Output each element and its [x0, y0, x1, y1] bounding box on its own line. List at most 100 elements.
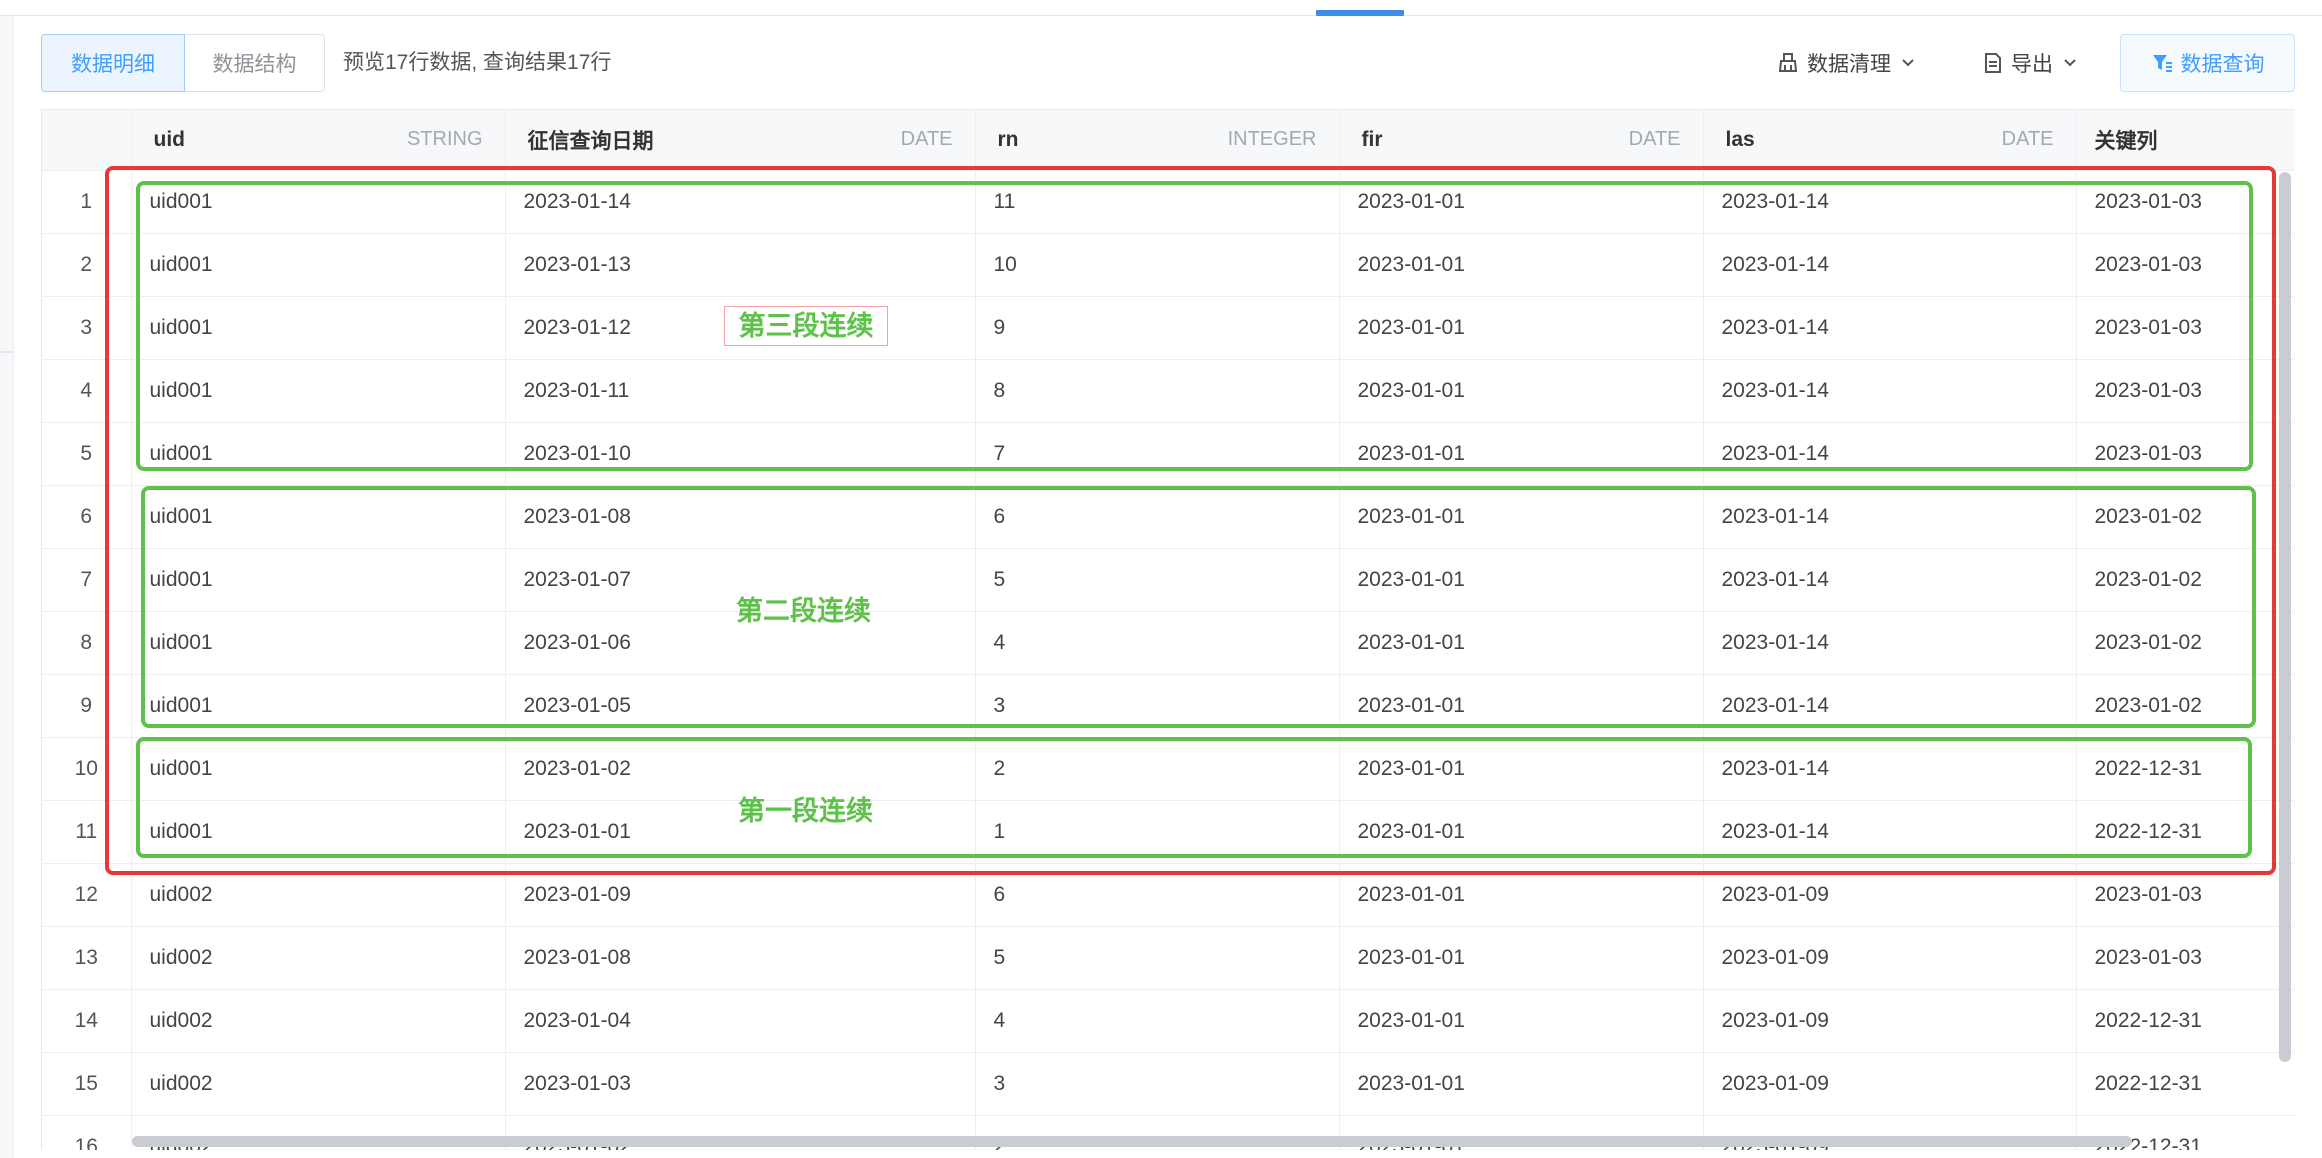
table-cell-key[interactable]: 2022-12-31	[2076, 989, 2295, 1053]
table-cell-rn[interactable]: 9	[975, 296, 1340, 360]
table-cell-las[interactable]: 2023-01-14	[1703, 674, 2077, 738]
table-cell-rn[interactable]: 7	[975, 422, 1340, 486]
table-cell-las[interactable]: 2023-01-14	[1703, 548, 2077, 612]
table-cell-key[interactable]: 2023-01-02	[2076, 548, 2295, 612]
table-cell-key[interactable]: 2023-01-02	[2076, 674, 2295, 738]
table-cell-date[interactable]: 2023-01-14	[505, 170, 976, 234]
table-cell-uid[interactable]: uid001	[131, 422, 506, 486]
table-cell-key[interactable]: 2023-01-03	[2076, 926, 2295, 990]
table-cell-uid[interactable]: uid001	[131, 548, 506, 612]
table-cell-rn[interactable]: 5	[975, 548, 1340, 612]
table-cell-fir[interactable]: 2023-01-01	[1339, 233, 1704, 297]
table-cell-rn[interactable]: 5	[975, 926, 1340, 990]
table-cell-las[interactable]: 2023-01-14	[1703, 485, 2077, 549]
table-cell-uid[interactable]: uid001	[131, 674, 506, 738]
table-cell-rn[interactable]: 3	[975, 1052, 1340, 1116]
table-cell-las[interactable]: 2023-01-09	[1703, 989, 2077, 1053]
table-cell-rn[interactable]: 10	[975, 233, 1340, 297]
tab-data-detail[interactable]: 数据明细	[41, 34, 185, 92]
table-cell-rn[interactable]: 11	[975, 170, 1340, 234]
table-cell-rn[interactable]: 8	[975, 359, 1340, 423]
column-header[interactable]: uid STRING	[131, 110, 506, 171]
table-row[interactable]: 13 uid002 2023-01-08 5 2023-01-01 2023-01-09 2…	[42, 926, 2295, 990]
table-row[interactable]: 2 uid001 2023-01-13 10 2023-01-01 2023-01-14 2…	[42, 233, 2295, 297]
table-cell-date[interactable]: 2023-01-05	[505, 674, 976, 738]
table-cell-las[interactable]: 2023-01-14	[1703, 296, 2077, 360]
table-cell-uid[interactable]: uid001	[131, 737, 506, 801]
column-header[interactable]: fir DATE	[1339, 110, 1704, 171]
table-row[interactable]: 9 uid001 2023-01-05 3 2023-01-01 2023-01-14 20…	[42, 674, 2295, 738]
table-cell-key[interactable]: 2023-01-03	[2076, 296, 2295, 360]
table-cell-key[interactable]: 2023-01-02	[2076, 611, 2295, 675]
table-cell-las[interactable]: 2023-01-14	[1703, 233, 2077, 297]
table-cell-date[interactable]: 2023-01-04	[505, 989, 976, 1053]
table-cell-las[interactable]: 2023-01-14	[1703, 170, 2077, 234]
table-cell-fir[interactable]: 2023-01-01	[1339, 800, 1704, 864]
table-cell-date[interactable]: 2023-01-10	[505, 422, 976, 486]
table-cell-key[interactable]: 2023-01-03	[2076, 863, 2295, 927]
table-cell-fir[interactable]: 2023-01-01	[1339, 611, 1704, 675]
table-cell-uid[interactable]: uid002	[131, 926, 506, 990]
table-cell-key[interactable]: 2022-12-31	[2076, 737, 2295, 801]
table-cell-fir[interactable]: 2023-01-01	[1339, 359, 1704, 423]
tab-data-structure[interactable]: 数据结构	[184, 34, 325, 92]
table-cell-rn[interactable]: 1	[975, 800, 1340, 864]
table-cell-date[interactable]: 2023-01-09	[505, 863, 976, 927]
table-cell-uid[interactable]: uid001	[131, 296, 506, 360]
table-cell-las[interactable]: 2023-01-09	[1703, 926, 2077, 990]
table-cell-rn[interactable]: 4	[975, 989, 1340, 1053]
table-cell-las[interactable]: 2023-01-14	[1703, 611, 2077, 675]
table-cell-key[interactable]: 2022-12-31	[2076, 1052, 2295, 1116]
table-cell-date[interactable]: 2023-01-13	[505, 233, 976, 297]
table-cell-las[interactable]: 2023-01-14	[1703, 422, 2077, 486]
data-query-button[interactable]: 数据查询	[2120, 34, 2295, 92]
table-cell-key[interactable]: 2023-01-03	[2076, 170, 2295, 234]
table-row[interactable]: 14 uid002 2023-01-04 4 2023-01-01 2023-01-09 2…	[42, 989, 2295, 1053]
table-cell-fir[interactable]: 2023-01-01	[1339, 1052, 1704, 1116]
table-cell-uid[interactable]: uid001	[131, 170, 506, 234]
table-cell-uid[interactable]: uid002	[131, 1052, 506, 1116]
table-row[interactable]: 8 uid001 2023-01-06 4 2023-01-01 2023-01-14 20…	[42, 611, 2295, 675]
column-header[interactable]: las DATE	[1703, 110, 2077, 171]
table-cell-date[interactable]: 2023-01-08	[505, 485, 976, 549]
table-row[interactable]: 5 uid001 2023-01-10 7 2023-01-01 2023-01-14 20…	[42, 422, 2295, 486]
table-cell-date[interactable]: 2023-01-11	[505, 359, 976, 423]
table-row[interactable]: 6 uid001 2023-01-08 6 2023-01-01 2023-01-14 20…	[42, 485, 2295, 549]
table-cell-uid[interactable]: uid001	[131, 800, 506, 864]
table-row[interactable]: 10 uid001 2023-01-02 2 2023-01-01 2023-01-14 2…	[42, 737, 2295, 801]
table-cell-fir[interactable]: 2023-01-01	[1339, 296, 1704, 360]
table-row[interactable]: 4 uid001 2023-01-11 8 2023-01-01 2023-01-14 20…	[42, 359, 2295, 423]
table-cell-fir[interactable]: 2023-01-01	[1339, 548, 1704, 612]
table-cell-las[interactable]: 2023-01-09	[1703, 863, 2077, 927]
table-cell-uid[interactable]: uid001	[131, 233, 506, 297]
table-row[interactable]: 1 uid001 2023-01-14 11 2023-01-01 2023-01-14 2…	[42, 170, 2295, 234]
table-cell-las[interactable]: 2023-01-14	[1703, 359, 2077, 423]
table-cell-uid[interactable]: uid002	[131, 989, 506, 1053]
table-cell-rn[interactable]: 6	[975, 863, 1340, 927]
table-cell-fir[interactable]: 2023-01-01	[1339, 989, 1704, 1053]
table-cell-uid[interactable]: uid001	[131, 359, 506, 423]
table-cell-key[interactable]: 2022-12-31	[2076, 800, 2295, 864]
table-row[interactable]: 11 uid001 2023-01-01 1 2023-01-01 2023-01-14 2…	[42, 800, 2295, 864]
data-clean-button[interactable]: 数据清理	[1777, 34, 1915, 92]
table-cell-rn[interactable]: 3	[975, 674, 1340, 738]
export-button[interactable]: 导出	[1983, 34, 2077, 92]
table-cell-fir[interactable]: 2023-01-01	[1339, 863, 1704, 927]
table-cell-fir[interactable]: 2023-01-01	[1339, 737, 1704, 801]
table-row[interactable]: 3 uid001 2023-01-12 9 2023-01-01 2023-01-14 20…	[42, 296, 2295, 360]
table-row[interactable]: 7 uid001 2023-01-07 5 2023-01-01 2023-01-14 20…	[42, 548, 2295, 612]
table-cell-uid[interactable]: uid001	[131, 485, 506, 549]
table-cell-date[interactable]: 2023-01-03	[505, 1052, 976, 1116]
table-cell-key[interactable]: 2023-01-03	[2076, 233, 2295, 297]
vertical-scrollbar[interactable]	[2279, 172, 2291, 1062]
table-cell-key[interactable]: 2023-01-03	[2076, 422, 2295, 486]
table-cell-rn[interactable]: 2	[975, 737, 1340, 801]
table-cell-uid[interactable]: uid001	[131, 611, 506, 675]
table-cell-las[interactable]: 2023-01-14	[1703, 800, 2077, 864]
table-cell-uid[interactable]: uid002	[131, 863, 506, 927]
table-cell-rn[interactable]: 4	[975, 611, 1340, 675]
table-cell-fir[interactable]: 2023-01-01	[1339, 485, 1704, 549]
table-cell-key[interactable]: 2023-01-02	[2076, 485, 2295, 549]
column-header[interactable]: rn INTEGER	[975, 110, 1340, 171]
table-row[interactable]: 15 uid002 2023-01-03 3 2023-01-01 2023-01-09 2…	[42, 1052, 2295, 1116]
